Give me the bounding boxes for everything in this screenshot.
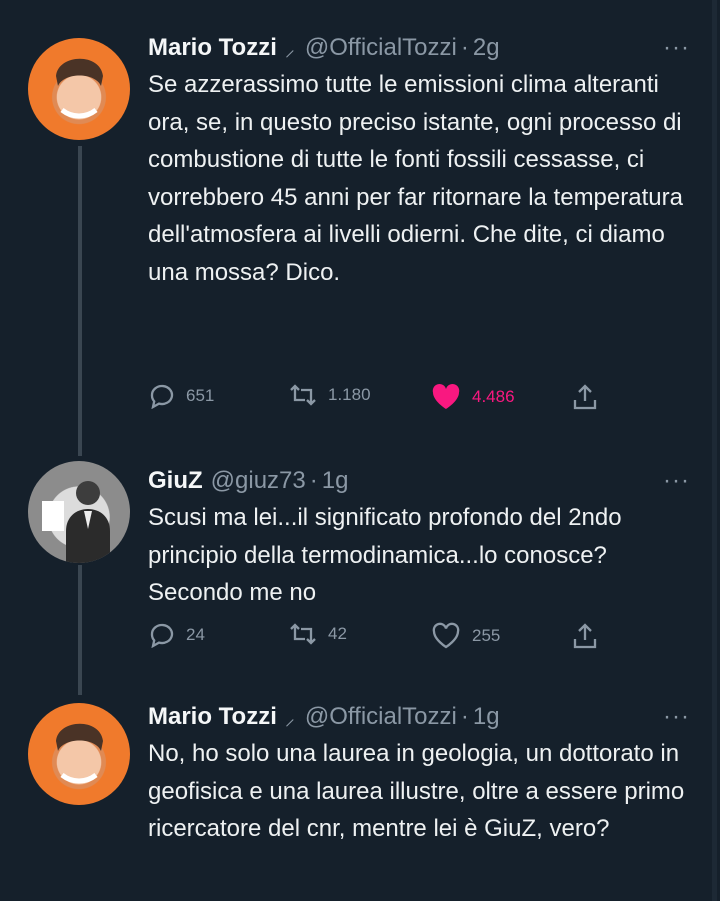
tweet-text: No, ho solo una laurea in geologia, un d… bbox=[148, 740, 685, 842]
thread-line bbox=[78, 146, 82, 456]
retweet-count: 1.180 bbox=[328, 385, 371, 404]
like-button[interactable]: 255 bbox=[430, 622, 500, 650]
author-handle[interactable]: @OfficialTozzi bbox=[305, 34, 457, 62]
timestamp[interactable]: 1g bbox=[473, 703, 500, 731]
timestamp[interactable]: 2g bbox=[473, 34, 500, 62]
like-count: 255 bbox=[472, 626, 501, 645]
action-bar: 651 1.180 4.486 bbox=[148, 383, 618, 413]
scrollbar[interactable] bbox=[712, 0, 717, 901]
tweet-header: Mario Tozzi ⸝ @OfficialTozzi · 2g bbox=[148, 28, 500, 68]
author-name[interactable]: GiuZ bbox=[148, 467, 203, 495]
retweet-button[interactable]: 1.180 bbox=[288, 383, 371, 407]
share-icon bbox=[573, 623, 597, 649]
more-options-icon[interactable]: ··· bbox=[663, 28, 690, 68]
like-count: 4.486 bbox=[472, 387, 515, 406]
avatar[interactable] bbox=[28, 703, 130, 805]
author-handle[interactable]: @OfficialTozzi bbox=[305, 703, 457, 731]
more-options-icon[interactable]: ··· bbox=[663, 697, 690, 737]
reply-count: 24 bbox=[186, 625, 205, 644]
reply-button[interactable]: 24 bbox=[148, 622, 205, 648]
author-name[interactable]: Mario Tozzi bbox=[148, 703, 277, 731]
pin-badge-icon: ⸝ bbox=[284, 38, 295, 61]
tweet-header: GiuZ @giuz73 · 1g bbox=[148, 461, 348, 501]
retweet-icon bbox=[290, 384, 316, 406]
tweet-header: Mario Tozzi ⸝ @OfficialTozzi · 1g bbox=[148, 697, 500, 737]
author-handle[interactable]: @giuz73 bbox=[211, 467, 306, 495]
action-bar: 24 42 255 bbox=[148, 622, 618, 652]
retweet-button[interactable]: 42 bbox=[288, 622, 347, 646]
separator: · bbox=[309, 467, 318, 494]
reply-icon bbox=[150, 384, 174, 409]
tweet-text: Scusi ma lei...il significato profondo d… bbox=[148, 504, 622, 606]
heart-outline-icon bbox=[432, 622, 460, 649]
share-button[interactable] bbox=[572, 622, 608, 650]
share-button[interactable] bbox=[572, 383, 608, 411]
retweet-icon bbox=[290, 623, 316, 645]
avatar[interactable] bbox=[28, 38, 130, 140]
timestamp[interactable]: 1g bbox=[322, 467, 349, 495]
reply-count: 651 bbox=[186, 386, 215, 405]
like-button[interactable]: 4.486 bbox=[430, 383, 515, 411]
reply-icon bbox=[150, 623, 174, 648]
retweet-count: 42 bbox=[328, 624, 347, 643]
author-name[interactable]: Mario Tozzi bbox=[148, 34, 277, 62]
separator: · bbox=[460, 34, 469, 61]
pin-badge-icon: ⸝ bbox=[284, 707, 295, 730]
reply-button[interactable]: 651 bbox=[148, 383, 214, 409]
tweet-text: Se azzerassimo tutte le emissioni clima … bbox=[148, 71, 683, 286]
share-icon bbox=[573, 384, 597, 410]
separator: · bbox=[460, 703, 469, 730]
thread-line bbox=[78, 565, 82, 695]
heart-filled-icon bbox=[432, 384, 460, 409]
avatar[interactable] bbox=[28, 461, 130, 563]
more-options-icon[interactable]: ··· bbox=[663, 461, 690, 501]
